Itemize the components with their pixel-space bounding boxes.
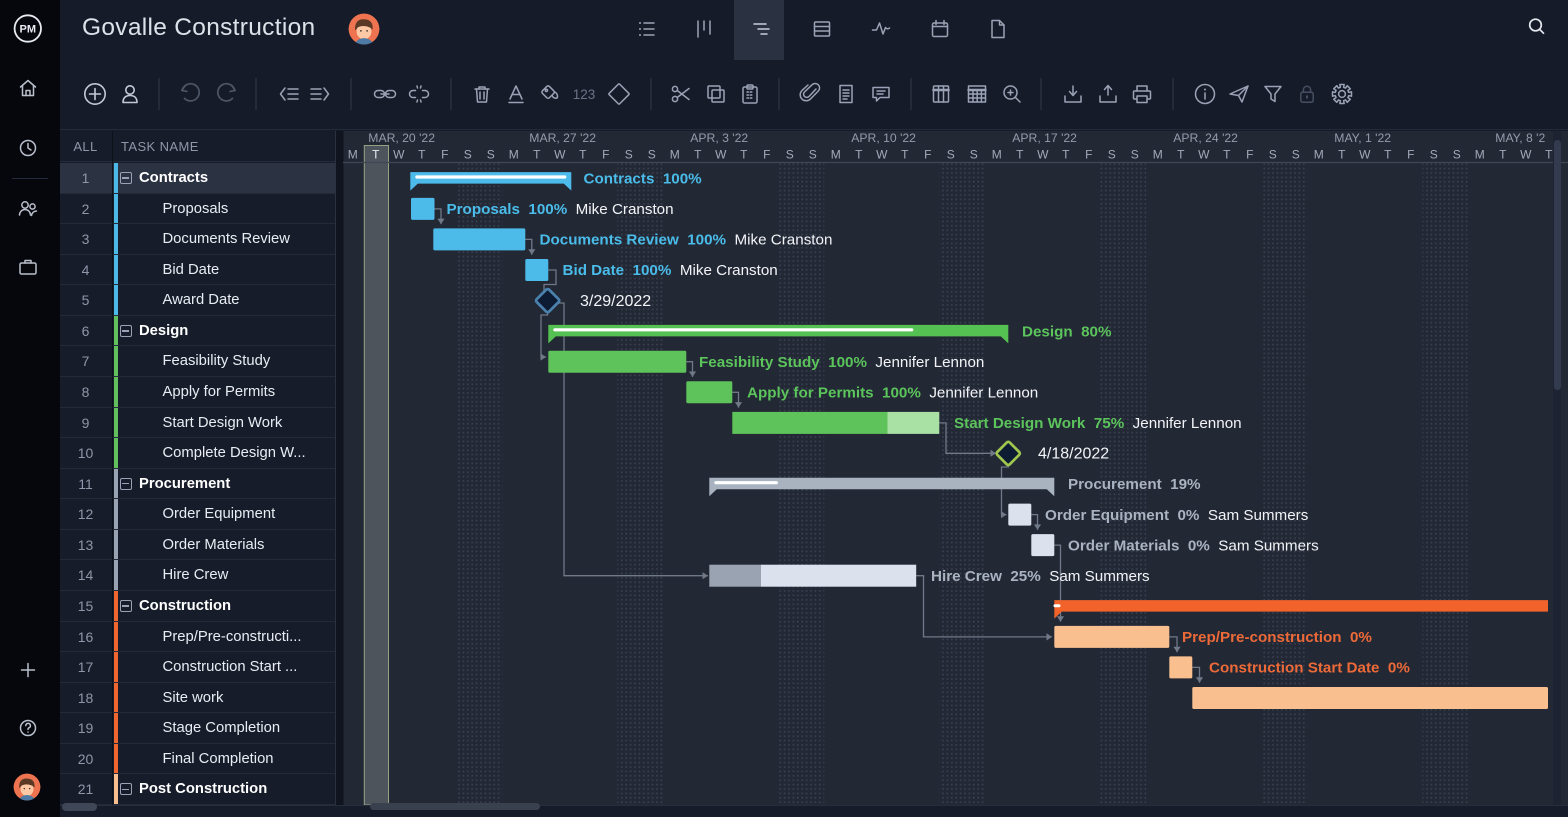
- svg-text:Proposals 100% Mike Cranston: Proposals 100% Mike Cranston: [447, 201, 674, 218]
- svg-text:T: T: [1384, 148, 1392, 162]
- svg-text:APR, 24 '22: APR, 24 '22: [1173, 131, 1238, 145]
- svg-text:Start Design Work 75% Jennif: Start Design Work 75% Jennifer Lennon: [954, 415, 1242, 432]
- svg-text:S: S: [786, 148, 794, 162]
- svg-text:Construction Start Date 0%: Construction Start Date 0%: [1209, 660, 1410, 677]
- svg-text:S: S: [648, 148, 656, 162]
- svg-text:Order Materials 0% Sam Summe: Order Materials 0% Sam Summers: [1068, 537, 1319, 554]
- svg-text:S: S: [1269, 148, 1277, 162]
- svg-text:T: T: [740, 148, 748, 162]
- svg-text:Feasibility Study 100% Jenni: Feasibility Study 100% Jennifer Lennon: [699, 354, 984, 371]
- svg-text:T: T: [1016, 148, 1024, 162]
- svg-text:T: T: [694, 148, 702, 162]
- svg-text:M: M: [1475, 148, 1485, 162]
- svg-text:F: F: [763, 148, 770, 162]
- svg-text:S: S: [464, 148, 472, 162]
- svg-text:Apply for Permits 100% Jenni: Apply for Permits 100% Jennifer Lennon: [747, 385, 1038, 402]
- svg-text:T: T: [1499, 148, 1507, 162]
- svg-text:APR, 10 '22: APR, 10 '22: [851, 131, 916, 145]
- svg-text:W: W: [1359, 148, 1371, 162]
- svg-text:S: S: [1292, 148, 1300, 162]
- svg-text:T: T: [372, 148, 380, 162]
- svg-text:M: M: [1314, 148, 1324, 162]
- svg-text:F: F: [1085, 148, 1092, 162]
- svg-text:M: M: [992, 148, 1002, 162]
- svg-text:MAR, 20 '22: MAR, 20 '22: [368, 131, 435, 145]
- svg-text:T: T: [1338, 148, 1346, 162]
- svg-text:MAR, 27 '22: MAR, 27 '22: [529, 131, 596, 145]
- svg-text:M: M: [831, 148, 841, 162]
- svg-text:M: M: [670, 148, 680, 162]
- svg-text:Hire Crew 25% Sam Summers: Hire Crew 25% Sam Summers: [931, 568, 1150, 585]
- svg-text:W: W: [1520, 148, 1532, 162]
- svg-text:T: T: [1062, 148, 1070, 162]
- svg-text:T: T: [1545, 148, 1553, 162]
- svg-text:W: W: [876, 148, 888, 162]
- svg-text:F: F: [1246, 148, 1253, 162]
- svg-text:Contracts 100%: Contracts 100%: [584, 171, 703, 188]
- svg-text:W: W: [715, 148, 727, 162]
- svg-text:M: M: [509, 148, 519, 162]
- svg-text:T: T: [1177, 148, 1185, 162]
- svg-text:S: S: [1108, 148, 1116, 162]
- svg-text:M: M: [348, 148, 358, 162]
- svg-text:APR, 17 '22: APR, 17 '22: [1012, 131, 1077, 145]
- svg-text:S: S: [947, 148, 955, 162]
- svg-text:Procurement 19%: Procurement 19%: [1068, 476, 1201, 493]
- svg-text:Order Equipment 0% Sam Summe: Order Equipment 0% Sam Summers: [1045, 507, 1309, 524]
- svg-text:S: S: [1131, 148, 1139, 162]
- svg-text:S: S: [487, 148, 495, 162]
- svg-text:F: F: [441, 148, 448, 162]
- svg-text:MAY, 1 '22: MAY, 1 '22: [1334, 131, 1391, 145]
- svg-text:T: T: [418, 148, 426, 162]
- svg-text:S: S: [625, 148, 633, 162]
- svg-text:M: M: [1153, 148, 1163, 162]
- svg-text:T: T: [901, 148, 909, 162]
- svg-text:APR, 3 '22: APR, 3 '22: [690, 131, 748, 145]
- svg-text:S: S: [809, 148, 817, 162]
- svg-text:3/29/2022: 3/29/2022: [580, 293, 651, 310]
- svg-text:W: W: [1037, 148, 1049, 162]
- svg-text:T: T: [579, 148, 587, 162]
- svg-text:W: W: [554, 148, 566, 162]
- svg-text:Prep/Pre-construction 0%: Prep/Pre-construction 0%: [1182, 629, 1372, 646]
- svg-text:4/18/2022: 4/18/2022: [1038, 446, 1109, 463]
- svg-text:W: W: [393, 148, 405, 162]
- svg-text:S: S: [970, 148, 978, 162]
- svg-text:Bid Date 100% Mike Cranston: Bid Date 100% Mike Cranston: [563, 262, 778, 279]
- svg-text:T: T: [1223, 148, 1231, 162]
- svg-text:S: S: [1453, 148, 1461, 162]
- svg-text:F: F: [602, 148, 609, 162]
- svg-text:MAY, 8 '2: MAY, 8 '2: [1495, 131, 1545, 145]
- svg-text:F: F: [924, 148, 931, 162]
- svg-text:F: F: [1407, 148, 1414, 162]
- svg-text:S: S: [1430, 148, 1438, 162]
- svg-text:T: T: [533, 148, 541, 162]
- svg-text:W: W: [1198, 148, 1210, 162]
- svg-text:T: T: [855, 148, 863, 162]
- svg-text:Documents Review 100% Mike C: Documents Review 100% Mike Cranston: [540, 232, 833, 249]
- svg-text:Design 80%: Design 80%: [1022, 323, 1112, 340]
